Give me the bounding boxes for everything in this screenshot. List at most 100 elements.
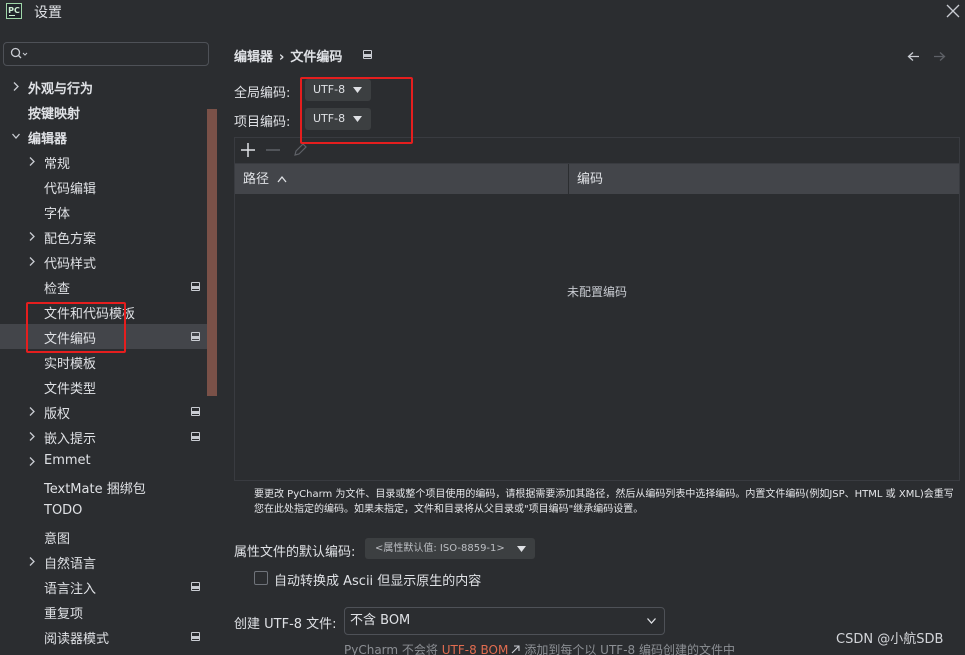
bom-select[interactable]: 不含 BOM xyxy=(344,607,665,635)
column-header-encoding[interactable]: 编码 xyxy=(569,164,959,195)
sidebar-item[interactable]: 编辑器 xyxy=(0,124,207,149)
project-scope-icon xyxy=(363,50,372,59)
pycharm-logo-icon: PC xyxy=(6,3,22,19)
sidebar-item-label: 外观与行为 xyxy=(28,82,94,97)
search-box[interactable] xyxy=(3,42,209,66)
table-header: 路径 编码 xyxy=(235,163,959,195)
edit-pencil-icon[interactable] xyxy=(291,141,309,159)
sidebar-item-label: 版权 xyxy=(44,407,71,422)
global-encoding-value: UTF-8 xyxy=(313,83,346,96)
sidebar-item[interactable]: 文件类型 xyxy=(0,374,207,399)
sidebar-item-label: TODO xyxy=(44,503,83,518)
chevron-right-icon[interactable] xyxy=(28,257,36,266)
sidebar-item-label: 编辑器 xyxy=(28,132,68,147)
project-scope-icon xyxy=(191,282,200,291)
chevron-down-icon xyxy=(353,116,362,122)
sidebar-item[interactable]: Emmet xyxy=(0,449,207,474)
column-header-path[interactable]: 路径 xyxy=(235,164,568,195)
add-icon[interactable] xyxy=(239,141,257,159)
sidebar-item[interactable]: 文件编码 xyxy=(0,324,207,349)
sidebar-item[interactable]: 自然语言 xyxy=(0,549,207,574)
properties-encoding-select[interactable]: <属性默认值: ISO-8859-1> xyxy=(365,538,535,559)
sort-ascending-icon xyxy=(277,175,287,183)
search-icon[interactable] xyxy=(10,47,28,61)
chevron-right-icon[interactable] xyxy=(28,407,36,416)
global-encoding-select[interactable]: UTF-8 xyxy=(305,79,371,101)
watermark: CSDN @小航SDB xyxy=(836,632,944,647)
bom-note: PyCharm 不会将 UTF-8 BOM 添加到每个以 UTF-8 编码创建的文… xyxy=(344,641,735,655)
title-bar: PC 设置 xyxy=(0,0,965,30)
project-encoding-select[interactable]: UTF-8 xyxy=(305,108,371,130)
project-scope-icon xyxy=(191,332,200,341)
search-input[interactable] xyxy=(30,45,200,63)
project-scope-icon xyxy=(191,582,200,591)
sidebar-item-label: 阅读器模式 xyxy=(44,632,110,647)
external-link-arrow-icon[interactable] xyxy=(511,645,520,654)
properties-encoding-label: 属性文件的默认编码: xyxy=(234,545,356,560)
ascii-convert-label[interactable]: 自动转换成 Ascii 但显示原生的内容 xyxy=(274,570,481,589)
sidebar-item[interactable]: 文件和代码模板 xyxy=(0,299,207,324)
sidebar-item[interactable]: 版权 xyxy=(0,399,207,424)
breadcrumb: 编辑器 › 文件编码 xyxy=(234,46,342,65)
sidebar-item[interactable]: 嵌入提示 xyxy=(0,424,207,449)
sidebar-item-label: 按键映射 xyxy=(28,107,81,122)
window-title: 设置 xyxy=(34,5,62,21)
breadcrumb-parent[interactable]: 编辑器 xyxy=(234,50,273,65)
sidebar-item[interactable]: 外观与行为 xyxy=(0,74,207,99)
remove-icon[interactable] xyxy=(264,141,282,159)
utf8-bom-link[interactable]: UTF-8 BOM xyxy=(442,643,509,655)
sidebar-item-label: 意图 xyxy=(44,532,71,547)
chevron-right-icon[interactable] xyxy=(28,432,36,441)
sidebar-item[interactable]: 按键映射 xyxy=(0,99,207,124)
sidebar-item[interactable]: 实时模板 xyxy=(0,349,207,374)
sidebar-item-label: 实时模板 xyxy=(44,357,97,372)
breadcrumb-current: 文件编码 xyxy=(290,50,343,65)
sidebar-item[interactable]: 阅读器模式 xyxy=(0,624,207,649)
sidebar-item[interactable]: TextMate 捆绑包 xyxy=(0,474,207,499)
sidebar-item-label: TextMate 捆绑包 xyxy=(44,482,146,497)
sidebar-item[interactable]: 意图 xyxy=(0,524,207,549)
sidebar-item[interactable]: 配色方案 xyxy=(0,224,207,249)
sidebar-item[interactable]: 代码编辑 xyxy=(0,174,207,199)
back-arrow-icon[interactable] xyxy=(907,51,920,62)
sidebar-item[interactable]: 字体 xyxy=(0,199,207,224)
sidebar-item[interactable]: 常规 xyxy=(0,149,207,174)
forward-arrow-icon[interactable] xyxy=(933,51,946,62)
sidebar-item[interactable]: 检查 xyxy=(0,274,207,299)
ascii-convert-checkbox[interactable] xyxy=(254,571,268,585)
project-encoding-label: 项目编码: xyxy=(234,115,291,130)
encoding-help-text: 要更改 PyCharm 为文件、目录或整个项目使用的编码，请根据需要添加其路径，… xyxy=(254,489,954,515)
properties-encoding-value: <属性默认值: ISO-8859-1> xyxy=(375,543,505,554)
create-utf8-label: 创建 UTF-8 文件: xyxy=(234,617,337,632)
sidebar-item-label: 文件和代码模板 xyxy=(44,307,136,322)
chevron-right-icon[interactable] xyxy=(28,457,36,466)
sidebar-item-label: 重复项 xyxy=(44,607,84,622)
sidebar-item[interactable]: TODO xyxy=(0,499,207,524)
chevron-down-icon[interactable] xyxy=(12,132,20,141)
breadcrumb-separator: › xyxy=(279,50,285,65)
sidebar-item-label: 自然语言 xyxy=(44,557,97,572)
sidebar-item[interactable]: 语言注入 xyxy=(0,574,207,599)
sidebar-item-label: 字体 xyxy=(44,207,71,222)
close-icon[interactable] xyxy=(946,4,960,18)
column-path-label: 路径 xyxy=(243,172,270,187)
settings-tree: 外观与行为按键映射编辑器常规代码编辑字体配色方案代码样式检查文件和代码模板文件编… xyxy=(0,74,207,655)
sidebar-item-label: 代码样式 xyxy=(44,257,97,272)
global-encoding-label: 全局编码: xyxy=(234,86,291,101)
chevron-down-icon xyxy=(647,618,656,624)
sidebar-item-label: 语言注入 xyxy=(44,582,97,597)
chevron-down-icon xyxy=(517,546,526,552)
sidebar-scrollbar[interactable] xyxy=(207,109,217,396)
chevron-right-icon[interactable] xyxy=(12,82,20,91)
sidebar-item-label: 嵌入提示 xyxy=(44,432,97,447)
chevron-right-icon[interactable] xyxy=(28,157,36,166)
chevron-right-icon[interactable] xyxy=(28,232,36,241)
sidebar-item[interactable]: 代码样式 xyxy=(0,249,207,274)
empty-table-text: 未配置编码 xyxy=(566,285,627,299)
sidebar-item[interactable]: 重复项 xyxy=(0,599,207,624)
project-scope-icon xyxy=(191,632,200,641)
bom-note-before: PyCharm 不会将 xyxy=(344,643,438,655)
chevron-right-icon[interactable] xyxy=(28,557,36,566)
sidebar-item-label: 常规 xyxy=(44,157,71,172)
sidebar-item-label: 文件类型 xyxy=(44,382,97,397)
